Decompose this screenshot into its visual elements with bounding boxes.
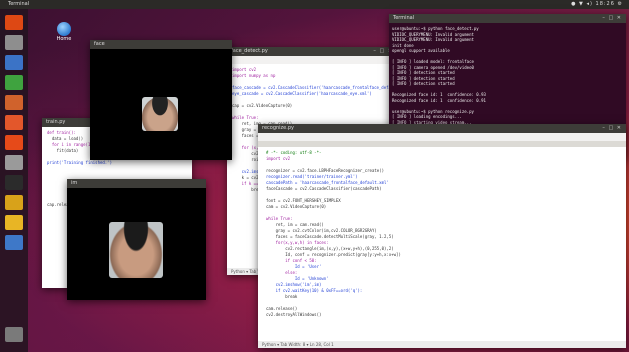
help-icon[interactable]: [5, 135, 23, 150]
desktop-home-icon[interactable]: Home: [48, 22, 80, 42]
editor-icon[interactable]: [5, 195, 23, 210]
writer-icon[interactable]: [5, 55, 23, 70]
editor-front-statusbar: Python ▾ Tab Width: 8 ▾ Ln 28, Col 1: [258, 341, 626, 348]
calc-icon[interactable]: [5, 75, 23, 90]
home-folder-icon: [57, 22, 71, 36]
text-icon[interactable]: [5, 235, 23, 250]
camera-small-title: face: [94, 41, 105, 47]
files-icon[interactable]: [5, 35, 23, 50]
python-icon[interactable]: [5, 215, 23, 230]
camera-small-titlebar[interactable]: face: [90, 40, 232, 49]
code-line: eye_cascade = cv2.CascadeClassifier('haa…: [232, 91, 372, 96]
window-controls-icon[interactable]: – □ ✕: [602, 14, 622, 23]
editor-left-title: train.py: [46, 119, 66, 125]
editor-front-titlebar[interactable]: recognize.py – □ ✕: [258, 124, 626, 133]
window-controls-icon[interactable]: – □ ✕: [602, 124, 622, 133]
editor-front-code[interactable]: # -*- coding: utf-8 -*- import cv2 recogn…: [258, 147, 626, 341]
editor-front-toolbar: [258, 133, 626, 141]
impress-icon[interactable]: [5, 95, 23, 110]
camera-large-title: im: [71, 180, 78, 186]
camera-small-feed: [90, 49, 232, 160]
indicator-area[interactable]: ● ▼ ◂) 18:26 ⚙: [571, 0, 623, 9]
face-image: [142, 97, 178, 131]
desktop-home-label: Home: [56, 36, 72, 42]
editor-back-toolbar: [227, 56, 397, 64]
launcher: [0, 9, 28, 352]
settings-icon[interactable]: [5, 155, 23, 170]
terminal-titlebar[interactable]: Terminal – □ ✕: [389, 14, 626, 23]
terminal-title: Terminal: [393, 15, 415, 21]
camera-window-large[interactable]: im: [67, 179, 206, 300]
active-window-title: Terminal: [8, 1, 30, 7]
top-panel: Terminal ● ▼ ◂) 18:26 ⚙: [0, 0, 629, 9]
editor-back-titlebar[interactable]: face_detect.py – □ ✕: [227, 47, 397, 56]
terminal-icon[interactable]: [5, 175, 23, 190]
camera-large-feed: [67, 188, 206, 300]
editor-window-front[interactable]: recognize.py – □ ✕ # -*- coding: utf-8 -…: [258, 124, 626, 348]
camera-window-small[interactable]: face: [90, 40, 232, 160]
camera-large-titlebar[interactable]: im: [67, 179, 206, 188]
ubuntu-dash-icon[interactable]: [5, 15, 23, 30]
code-line: cv2.destroyAllWindows(): [266, 312, 322, 317]
editor-back-title: face_detect.py: [231, 48, 268, 54]
editor-front-title: recognize.py: [262, 125, 294, 131]
software-icon[interactable]: [5, 115, 23, 130]
face-image: [109, 222, 163, 278]
trash-icon[interactable]: [5, 327, 23, 342]
